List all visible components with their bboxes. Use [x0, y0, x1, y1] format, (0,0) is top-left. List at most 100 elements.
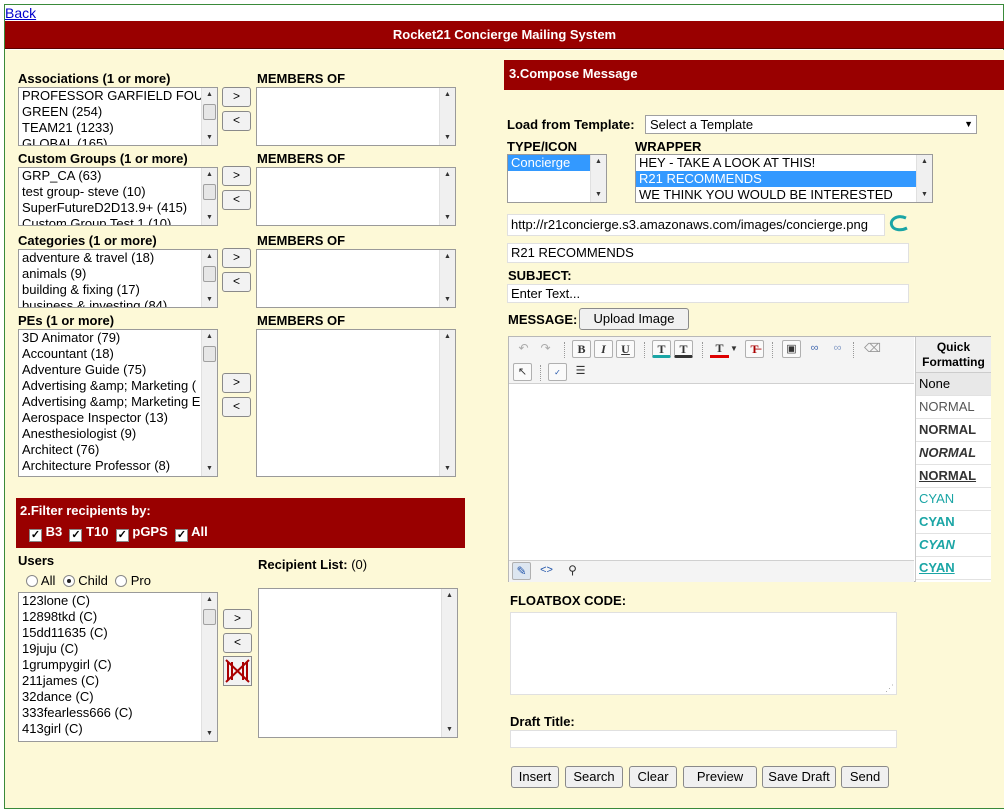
list-item[interactable]: GRP_CA (63): [19, 168, 217, 184]
scroll-up-icon[interactable]: ▲: [202, 88, 217, 102]
qf-none[interactable]: None: [916, 373, 991, 396]
scrollbar[interactable]: ▲ ▼: [439, 330, 455, 476]
scroll-up-icon[interactable]: ▲: [202, 168, 217, 182]
list-item[interactable]: SuperFutureD2D13.9+ (415): [19, 200, 217, 216]
checkbox-pgps[interactable]: ✓: [115, 529, 129, 542]
list-item[interactable]: 19juju (C): [19, 641, 217, 657]
list-item[interactable]: 1grumpygirl (C): [19, 657, 217, 673]
recipient-list[interactable]: ▲ ▼: [258, 588, 458, 738]
search-button[interactable]: Search: [565, 766, 623, 788]
list-item[interactable]: Advertising &amp; Marketing E: [19, 394, 217, 410]
qf-normal-plain[interactable]: NORMAL: [916, 396, 991, 419]
insert-button[interactable]: Insert: [511, 766, 559, 788]
list-item[interactable]: 32dance (C): [19, 689, 217, 705]
send-button[interactable]: Send: [841, 766, 889, 788]
template-select[interactable]: Select a Template ▼: [645, 115, 977, 134]
scroll-down-icon[interactable]: ▼: [202, 462, 217, 476]
undo-icon[interactable]: ↶: [514, 340, 533, 358]
scrollbar[interactable]: ▲ ▼: [201, 330, 217, 476]
text-color-cyan-icon[interactable]: T: [652, 340, 671, 358]
pes-list[interactable]: 3D Animator (79) Accountant (18) Adventu…: [18, 329, 218, 477]
scroll-up-icon[interactable]: ▲: [202, 593, 217, 607]
scrollbar[interactable]: ▲ ▼: [439, 168, 455, 225]
list-item[interactable]: Aerospace Inspector (13): [19, 410, 217, 426]
pes-members-list[interactable]: ▲ ▼: [256, 329, 456, 477]
scroll-thumb[interactable]: [203, 104, 216, 120]
scrollbar[interactable]: ▲ ▼: [439, 88, 455, 145]
associations-members-list[interactable]: ▲ ▼: [256, 87, 456, 146]
scrollbar[interactable]: ▲ ▼: [201, 168, 217, 225]
scroll-down-icon[interactable]: ▼: [442, 723, 457, 737]
list-item[interactable]: 211james (C): [19, 673, 217, 689]
design-mode-icon[interactable]: ✎: [512, 562, 531, 580]
remove-categories-button[interactable]: <: [222, 272, 251, 292]
list-item[interactable]: Architect (76): [19, 442, 217, 458]
radio-pro[interactable]: [115, 575, 128, 587]
list-item[interactable]: GREEN (254): [19, 104, 217, 120]
list-item[interactable]: 12898tkd (C): [19, 609, 217, 625]
remove-pes-button[interactable]: <: [222, 397, 251, 417]
font-color-icon[interactable]: T: [710, 340, 729, 358]
scrollbar[interactable]: ▲ ▼: [916, 155, 932, 202]
list-item[interactable]: HEY - TAKE A LOOK AT THIS!: [636, 155, 916, 171]
italic-icon[interactable]: I: [594, 340, 613, 358]
redo-icon[interactable]: ↷: [536, 340, 555, 358]
checkbox-b3[interactable]: ✓: [29, 529, 42, 542]
custom-groups-members-list[interactable]: ▲ ▼: [256, 167, 456, 226]
eraser-icon[interactable]: ⌫: [863, 340, 882, 358]
add-pes-button[interactable]: >: [222, 373, 251, 393]
scroll-down-icon[interactable]: ▼: [440, 131, 455, 145]
list-item[interactable]: Architecture Professor (8): [19, 458, 217, 474]
qf-cyan-bold-italic[interactable]: CYAN: [916, 534, 991, 557]
wrapper-value-field[interactable]: R21 RECOMMENDS: [507, 243, 909, 263]
list-item[interactable]: 123lone (C): [19, 593, 217, 609]
scroll-down-icon[interactable]: ▼: [202, 727, 217, 741]
users-list[interactable]: 123lone (C) 12898tkd (C) 15dd11635 (C) 1…: [18, 592, 218, 742]
add-associations-button[interactable]: >: [222, 87, 251, 107]
scroll-up-icon[interactable]: ▲: [202, 330, 217, 344]
scrollbar[interactable]: ▲ ▼: [590, 155, 606, 202]
scroll-thumb[interactable]: [203, 609, 216, 625]
checkbox-all[interactable]: ✓: [175, 529, 189, 542]
list-item[interactable]: Accountant (18): [19, 346, 217, 362]
associations-list[interactable]: PROFESSOR GARFIELD FOU GREEN (254) TEAM2…: [18, 87, 218, 146]
list-item[interactable]: WE THINK YOU WOULD BE INTERESTED: [636, 187, 916, 202]
scroll-thumb[interactable]: [203, 346, 216, 362]
qf-cyan-bold-underline[interactable]: CYAN: [916, 557, 991, 580]
scrollbar[interactable]: ▲ ▼: [441, 589, 457, 737]
remove-associations-button[interactable]: <: [222, 111, 251, 131]
scroll-up-icon[interactable]: ▲: [440, 250, 455, 264]
chevron-down-icon[interactable]: ▼: [729, 340, 739, 358]
checkbox-t10[interactable]: ✓: [69, 529, 83, 542]
list-item[interactable]: Custom Group Test 1 (10): [19, 216, 217, 225]
format-block-icon[interactable]: ☰: [571, 363, 590, 381]
qf-cyan-plain[interactable]: CYAN: [916, 488, 991, 511]
scroll-up-icon[interactable]: ▲: [442, 589, 457, 603]
list-item[interactable]: PROFESSOR GARFIELD FOU: [19, 88, 217, 104]
list-item[interactable]: adventure & travel (18): [19, 250, 217, 266]
preview-button[interactable]: Preview: [683, 766, 757, 788]
list-item[interactable]: 15dd11635 (C): [19, 625, 217, 641]
radio-all[interactable]: [26, 575, 38, 587]
scroll-up-icon[interactable]: ▲: [440, 330, 455, 344]
upload-image-button[interactable]: Upload Image: [579, 308, 689, 330]
scroll-down-icon[interactable]: ▼: [440, 293, 455, 307]
add-recipient-button[interactable]: >: [223, 609, 252, 629]
text-color-dark-icon[interactable]: T: [674, 340, 693, 358]
preview-mode-icon[interactable]: ⚲: [563, 562, 582, 580]
list-item[interactable]: building & fixing (17): [19, 282, 217, 298]
scrollbar[interactable]: ▲ ▼: [201, 250, 217, 307]
list-item[interactable]: GLOBAL (165): [19, 136, 217, 145]
draft-title-input[interactable]: [510, 730, 897, 748]
scroll-down-icon[interactable]: ▼: [440, 462, 455, 476]
scroll-down-icon[interactable]: ▼: [591, 188, 606, 202]
remove-link-icon[interactable]: ∞: [828, 340, 847, 358]
back-link[interactable]: Back: [5, 5, 36, 21]
list-item[interactable]: 3D Animator (79): [19, 330, 217, 346]
html-mode-icon[interactable]: <>: [537, 562, 556, 580]
add-custom-groups-button[interactable]: >: [222, 166, 251, 186]
scrollbar[interactable]: ▲ ▼: [201, 593, 217, 741]
list-item[interactable]: 413girl (C): [19, 721, 217, 737]
categories-list[interactable]: adventure & travel (18) animals (9) buil…: [18, 249, 218, 308]
type-icon-list[interactable]: Concierge ▲ ▼: [507, 154, 607, 203]
